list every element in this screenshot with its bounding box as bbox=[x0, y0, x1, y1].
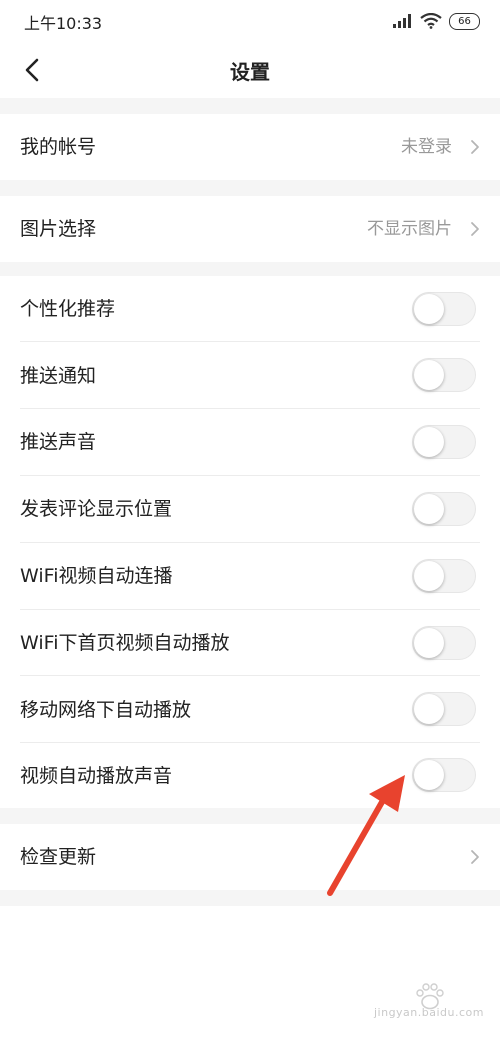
toggle-label: 推送通知 bbox=[20, 365, 97, 387]
toggle-label: 推送声音 bbox=[20, 431, 97, 453]
comment-location-toggle[interactable] bbox=[412, 492, 476, 526]
section-gap bbox=[0, 262, 500, 276]
chevron-right-icon bbox=[468, 137, 482, 157]
toggle-label: 发表评论显示位置 bbox=[20, 498, 173, 520]
battery-level: 66 bbox=[458, 15, 471, 27]
toggle-row-personalized: 个性化推荐 bbox=[0, 276, 500, 342]
toggle-knob bbox=[414, 494, 444, 524]
toggle-row-mobile-autoplay: 移动网络下自动播放 bbox=[0, 676, 500, 743]
section-gap bbox=[0, 98, 500, 114]
toggle-knob bbox=[414, 760, 444, 790]
wifi-icon bbox=[420, 13, 442, 29]
page-title: 设置 bbox=[230, 60, 270, 84]
section-gap bbox=[0, 808, 500, 824]
toggle-label: WiFi视频自动连播 bbox=[20, 565, 173, 587]
toggle-row-autoplay-sound: 视频自动播放声音 bbox=[0, 743, 500, 808]
section-gap bbox=[0, 890, 500, 906]
chevron-right-icon bbox=[468, 219, 482, 239]
watermark: jingyan.baidu.com bbox=[374, 981, 484, 1025]
toggle-knob bbox=[414, 694, 444, 724]
signal-icon bbox=[393, 14, 411, 28]
status-bar: 上午10:33 66 bbox=[0, 0, 500, 42]
check-update-row[interactable]: 检查更新 bbox=[0, 824, 500, 890]
toggle-label: 视频自动播放声音 bbox=[20, 765, 173, 787]
personalized-toggle[interactable] bbox=[412, 292, 476, 326]
toggle-label: 个性化推荐 bbox=[20, 298, 116, 320]
push-sound-toggle[interactable] bbox=[412, 425, 476, 459]
image-row[interactable]: 图片选择 不显示图片 bbox=[0, 196, 500, 262]
toggle-row-push: 推送通知 bbox=[0, 342, 500, 409]
toggle-knob bbox=[414, 561, 444, 591]
status-icons: 66 bbox=[393, 10, 480, 32]
wifi-home-autoplay-toggle[interactable] bbox=[412, 626, 476, 660]
toggle-knob bbox=[414, 360, 444, 390]
wifi-autoplay-next-toggle[interactable] bbox=[412, 559, 476, 593]
toggle-knob bbox=[414, 294, 444, 324]
toggle-row-wifi-home-autoplay: WiFi下首页视频自动播放 bbox=[0, 610, 500, 676]
toggle-label: WiFi下首页视频自动播放 bbox=[20, 632, 230, 654]
chevron-right-icon bbox=[468, 847, 482, 867]
section-gap bbox=[0, 180, 500, 196]
push-toggle[interactable] bbox=[412, 358, 476, 392]
mobile-autoplay-toggle[interactable] bbox=[412, 692, 476, 726]
toggle-row-wifi-autoplay-next: WiFi视频自动连播 bbox=[0, 543, 500, 610]
image-value: 不显示图片 bbox=[367, 219, 452, 239]
account-value: 未登录 bbox=[401, 137, 452, 157]
toggle-label: 移动网络下自动播放 bbox=[20, 699, 192, 721]
toggle-row-comment-location: 发表评论显示位置 bbox=[0, 476, 500, 543]
battery-icon: 66 bbox=[449, 12, 480, 30]
toggle-knob bbox=[414, 628, 444, 658]
check-update-label: 检查更新 bbox=[20, 846, 97, 868]
account-row[interactable]: 我的帐号 未登录 bbox=[0, 114, 500, 180]
nav-bar: 设置 bbox=[0, 42, 500, 98]
toggle-row-push-sound: 推送声音 bbox=[0, 409, 500, 476]
image-label: 图片选择 bbox=[20, 218, 97, 240]
watermark-text: jingyan.baidu.com bbox=[373, 1006, 484, 1019]
account-label: 我的帐号 bbox=[20, 136, 97, 158]
status-time: 上午10:33 bbox=[24, 14, 103, 33]
autoplay-sound-toggle[interactable] bbox=[412, 758, 476, 792]
toggle-knob bbox=[414, 427, 444, 457]
